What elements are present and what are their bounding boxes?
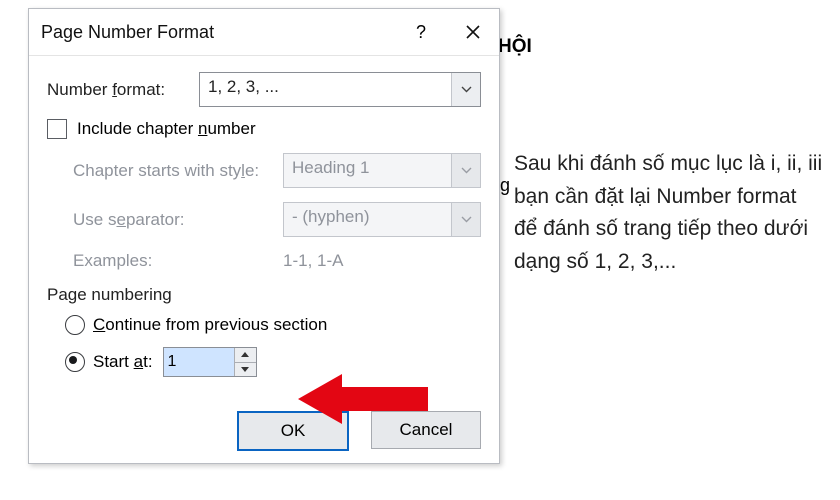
number-format-value: 1, 2, 3, ...: [200, 73, 451, 106]
separator-dropdown-button: [451, 203, 480, 236]
arrow-left-icon: [298, 368, 428, 430]
start-at-radio-label: Start at:: [93, 352, 153, 372]
page-number-format-dialog: Page Number Format ? Number format: 1, 2…: [28, 8, 500, 464]
dialog-button-bar: OK Cancel: [29, 405, 499, 463]
chapter-style-select: Heading 1: [283, 153, 481, 188]
separator-label: Use separator:: [73, 210, 283, 230]
background-text-g: g: [500, 175, 510, 196]
caret-down-icon: [241, 367, 249, 372]
include-chapter-label: Include chapter number: [77, 119, 256, 139]
examples-value: 1-1, 1-A: [283, 251, 343, 271]
chapter-style-label: Chapter starts with style:: [73, 161, 283, 181]
background-text-hoi: HỘI: [498, 36, 532, 58]
close-button[interactable]: [447, 9, 499, 55]
chevron-down-icon: [461, 86, 472, 93]
separator-value: - (hyphen): [284, 203, 451, 236]
chapter-style-value: Heading 1: [284, 154, 451, 187]
dialog-titlebar: Page Number Format ?: [29, 9, 499, 56]
number-format-row: Number format: 1, 2, 3, ...: [47, 72, 481, 107]
caret-up-icon: [241, 352, 249, 357]
include-chapter-row[interactable]: Include chapter number: [47, 119, 481, 139]
examples-label: Examples:: [73, 251, 283, 271]
number-format-label: Number format:: [47, 80, 199, 100]
explanatory-annotation: Sau khi đánh số mục lục là i, ii, iii bạ…: [514, 148, 824, 278]
continue-radio-row[interactable]: Continue from previous section: [65, 315, 481, 335]
include-chapter-checkbox[interactable]: [47, 119, 67, 139]
number-format-dropdown-button[interactable]: [451, 73, 480, 106]
start-at-spinner[interactable]: [163, 347, 257, 377]
chapter-options-group: Chapter starts with style: Heading 1 Use…: [73, 153, 481, 271]
help-button[interactable]: ?: [395, 9, 447, 55]
start-at-decrement[interactable]: [235, 362, 256, 377]
separator-select: - (hyphen): [283, 202, 481, 237]
chevron-down-icon: [461, 167, 472, 174]
red-arrow-annotation: [298, 368, 428, 435]
start-at-input[interactable]: [164, 348, 234, 376]
close-icon: [465, 24, 481, 40]
continue-radio-label: Continue from previous section: [93, 315, 327, 335]
continue-radio[interactable]: [65, 315, 85, 335]
chapter-style-dropdown-button: [451, 154, 480, 187]
chevron-down-icon: [461, 216, 472, 223]
dialog-title: Page Number Format: [29, 22, 395, 43]
start-at-increment[interactable]: [235, 348, 256, 362]
start-at-radio[interactable]: [65, 352, 85, 372]
page-numbering-group-label: Page numbering: [47, 285, 481, 305]
number-format-select[interactable]: 1, 2, 3, ...: [199, 72, 481, 107]
